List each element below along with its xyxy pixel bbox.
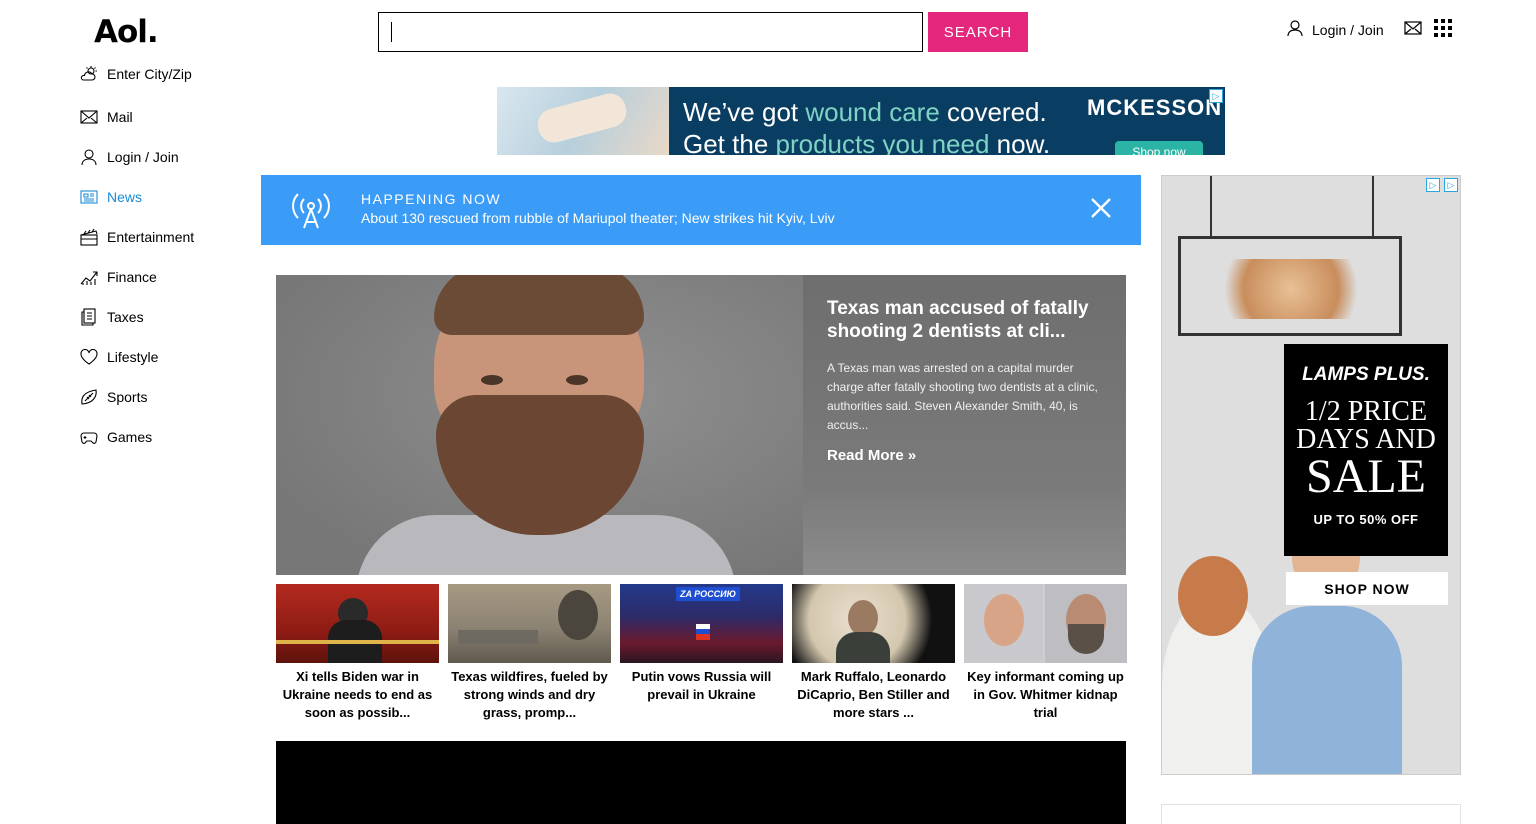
sidebar-item-weather[interactable]: Enter City/Zip (80, 62, 250, 86)
thumb-sign: ZA РОССИЮ (676, 587, 740, 601)
sidebar-nav: Enter City/Zip Mail Login / Join News En… (80, 62, 250, 457)
hero-story[interactable]: Texas man accused of fatally shooting 2 … (276, 275, 1126, 575)
ad-brand: LAMPS PLUS. (1302, 364, 1430, 385)
thumb-image: ZA РОССИЮ (620, 584, 783, 663)
sidebar-item-label: Lifestyle (107, 349, 159, 365)
close-icon[interactable] (1089, 196, 1113, 220)
sidebar-item-label: News (107, 189, 143, 205)
thumb-caption: Mark Ruffalo, Leonardo DiCaprio, Ben Sti… (797, 669, 950, 720)
top-banner-ad[interactable]: We’ve got wound care covered. Get the pr… (497, 87, 1225, 155)
sidebar-item-label: Mail (107, 109, 133, 125)
sidebar-item-news[interactable]: News (80, 177, 250, 217)
weather-icon (80, 65, 98, 83)
sidebar-item-entertainment[interactable]: Entertainment (80, 217, 250, 257)
story-thumbnails: Xi tells Biden war in Ukraine needs to e… (276, 584, 1127, 722)
happening-headline[interactable]: About 130 rescued from rubble of Mariupo… (361, 210, 835, 226)
search-input[interactable] (379, 13, 922, 51)
ad-brand: MCKESSON (1087, 95, 1223, 120)
thumb-story[interactable]: ZA РОССИЮ Putin vows Russia will prevail… (620, 584, 783, 722)
thumb-image (448, 584, 611, 663)
ad-headline-line2: Get the products you need now. (683, 129, 1051, 155)
sidebar-item-label: Login / Join (107, 149, 179, 165)
hero-text-panel: Texas man accused of fatally shooting 2 … (803, 275, 1126, 575)
user-icon (1286, 19, 1304, 40)
thumb-story[interactable]: Mark Ruffalo, Leonardo DiCaprio, Ben Sti… (792, 584, 955, 722)
sidebar-item-label: Entertainment (107, 229, 195, 245)
broadcast-icon (292, 193, 330, 229)
clapperboard-icon (80, 228, 98, 246)
read-more-link[interactable]: Read More » (827, 447, 916, 464)
sidebar-item-sports[interactable]: Sports (80, 377, 250, 417)
ad-image (497, 87, 669, 155)
mail-icon (80, 108, 98, 126)
ad-offer: UP TO 50% OFF (1313, 512, 1419, 527)
header-login-link[interactable]: Login / Join (1286, 19, 1384, 40)
sidebar-item-taxes[interactable]: Taxes (80, 297, 250, 337)
right-rail-module (1161, 804, 1461, 824)
chart-icon (80, 268, 98, 286)
hero-image (276, 275, 803, 575)
user-icon (80, 148, 98, 166)
thumb-caption: Xi tells Biden war in Ukraine needs to e… (282, 669, 433, 720)
sidebar-item-lifestyle[interactable]: Lifestyle (80, 337, 250, 377)
right-rail-ad[interactable]: ▷ ▷ LAMPS PLUS. 1/2 PRICE DAYS AND SALE … (1161, 175, 1461, 775)
thumb-caption: Texas wildfires, fueled by strong winds … (451, 669, 608, 720)
ad-sale: SALE (1306, 450, 1426, 503)
adchoices-icon[interactable]: ▷ (1209, 89, 1223, 103)
search-button[interactable]: SEARCH (928, 12, 1028, 52)
hero-headline[interactable]: Texas man accused of fatally shooting 2 … (827, 297, 1102, 343)
thumb-story[interactable]: Xi tells Biden war in Ukraine needs to e… (276, 584, 439, 722)
hero-summary: A Texas man was arrested on a capital mu… (827, 361, 1098, 432)
aol-logo[interactable]: Aol. (94, 14, 159, 50)
thumb-caption: Putin vows Russia will prevail in Ukrain… (631, 669, 772, 702)
ad-deal: 1/2 PRICE DAYS AND (1296, 396, 1436, 455)
sidebar-item-label: Games (107, 429, 153, 445)
search-box[interactable] (378, 12, 923, 52)
adchoices-icon[interactable]: ▷ (1426, 178, 1440, 192)
sidebar-item-label: Enter City/Zip (107, 66, 192, 82)
heart-icon (80, 348, 98, 366)
thumb-image (276, 584, 439, 663)
thumb-image (792, 584, 955, 663)
happening-title: HAPPENING NOW (361, 191, 502, 207)
news-icon (80, 188, 98, 206)
adchoices-close-icon[interactable]: ▷ (1444, 178, 1458, 192)
thumb-story[interactable]: Texas wildfires, fueled by strong winds … (448, 584, 611, 722)
mail-icon[interactable] (1404, 20, 1422, 41)
chandelier-image (1178, 236, 1402, 336)
header-login-label: Login / Join (1312, 21, 1384, 38)
apps-grid-icon[interactable] (1434, 19, 1452, 37)
sidebar-item-mail[interactable]: Mail (80, 97, 250, 137)
ad-shop-now-button[interactable]: SHOP NOW (1286, 572, 1448, 605)
ad-shop-button[interactable]: Shop now (1115, 141, 1203, 155)
sidebar-item-games[interactable]: Games (80, 417, 250, 457)
ad-offer-panel: LAMPS PLUS. 1/2 PRICE DAYS AND SALE UP T… (1284, 344, 1448, 556)
thumb-image (964, 584, 1127, 663)
sidebar-item-finance[interactable]: Finance (80, 257, 250, 297)
document-icon (80, 308, 98, 326)
sidebar-item-label: Sports (107, 389, 148, 405)
football-icon (80, 388, 98, 406)
video-player[interactable] (276, 741, 1126, 824)
sidebar-item-label: Finance (107, 269, 157, 285)
sidebar-item-label: Taxes (107, 309, 144, 325)
happening-now-banner[interactable]: HAPPENING NOW About 130 rescued from rub… (261, 175, 1141, 245)
gamepad-icon (80, 428, 98, 446)
thumb-caption: Key informant coming up in Gov. Whitmer … (967, 669, 1124, 720)
ad-headline-line1: We’ve got wound care covered. (683, 97, 1047, 127)
thumb-story[interactable]: Key informant coming up in Gov. Whitmer … (964, 584, 1127, 722)
sidebar-item-login[interactable]: Login / Join (80, 137, 250, 177)
text-caret (391, 22, 392, 42)
